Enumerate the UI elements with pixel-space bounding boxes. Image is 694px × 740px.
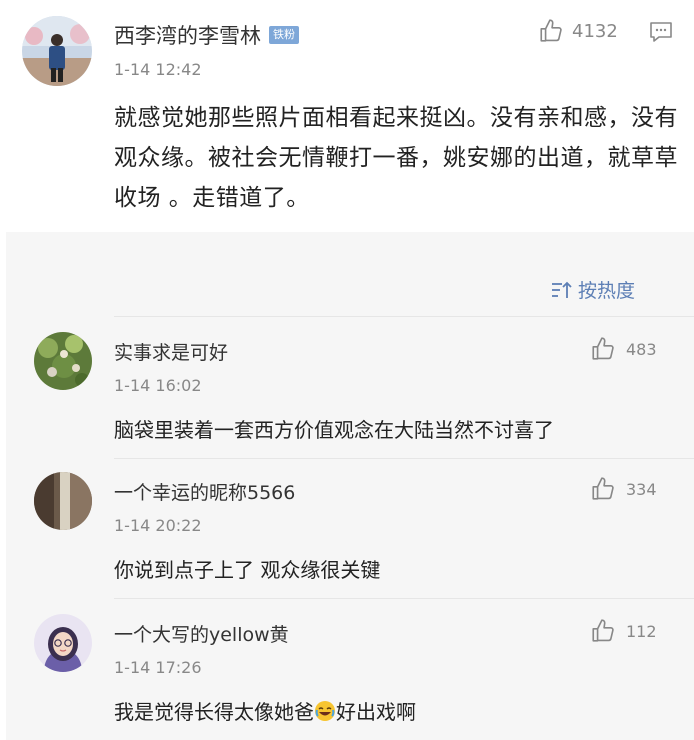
comment-icon — [650, 22, 672, 42]
avatar[interactable] — [34, 614, 92, 672]
avatar[interactable] — [34, 332, 92, 390]
reply-username[interactable]: 一个大写的yellow黄 — [114, 620, 289, 647]
divider — [114, 316, 694, 317]
reply-text: 脑袋里装着一套西方价值观念在大陆当然不讨喜了 — [114, 418, 554, 442]
like-button[interactable]: 483 — [590, 336, 657, 362]
like-count: 4132 — [572, 20, 618, 42]
divider — [114, 458, 694, 459]
like-button[interactable]: 112 — [590, 618, 657, 644]
reply-username[interactable]: 实事求是可好 — [114, 338, 228, 365]
laughing-crying-emoji-icon — [315, 701, 335, 721]
reply-text: 你说到点子上了 观众缘很关键 — [114, 558, 381, 582]
avatar-photo — [22, 16, 92, 86]
avatar[interactable] — [22, 16, 92, 86]
reply-text-before: 我是觉得长得太像她爸 — [114, 700, 314, 724]
thumbs-up-icon — [592, 337, 614, 360]
reply-timestamp: 1-14 20:22 — [114, 516, 202, 535]
reply-username[interactable]: 一个幸运的昵称5566 — [114, 478, 295, 505]
avatar-photo — [34, 332, 92, 390]
avatar-illustration — [34, 614, 92, 672]
thumbs-up-icon — [592, 619, 614, 642]
like-count: 483 — [626, 339, 657, 359]
reply-button[interactable] — [648, 20, 674, 48]
sort-button[interactable]: 按热度 — [550, 276, 635, 303]
username-text[interactable]: 西李湾的李雪林 — [114, 20, 261, 50]
reply-text: 我是觉得长得太像她爸 好出戏啊 — [114, 696, 416, 725]
like-button[interactable]: 334 — [590, 476, 657, 502]
reply-timestamp: 1-14 17:26 — [114, 658, 202, 677]
fan-badge: 铁粉 — [269, 26, 299, 44]
sort-label: 按热度 — [578, 280, 636, 302]
thumbs-up-icon — [592, 477, 614, 500]
reply-text-after: 好出戏啊 — [336, 700, 416, 724]
comment-text: 就感觉她那些照片面相看起来挺凶。没有亲和感，没有观众缘。被社会无情鞭打一番，姚安… — [114, 105, 678, 211]
like-count: 112 — [626, 621, 657, 641]
thumbs-up-icon — [540, 19, 562, 42]
reply-timestamp: 1-14 16:02 — [114, 376, 202, 395]
like-button[interactable]: 4132 — [538, 18, 618, 44]
divider — [114, 598, 694, 599]
main-comment: 西李湾的李雪林 铁粉 1-14 12:42 4132 就感觉她那些照片面相看起来… — [0, 0, 694, 228]
avatar-photo — [34, 472, 92, 530]
avatar[interactable] — [34, 472, 92, 530]
timestamp: 1-14 12:42 — [114, 60, 202, 79]
replies-section: 按热度 实事求是可好 1-14 16:02 483 脑袋里装着一套西方价值观念在 — [6, 232, 694, 740]
like-count: 334 — [626, 479, 657, 499]
sort-icon — [552, 281, 572, 298]
username[interactable]: 西李湾的李雪林 铁粉 — [114, 20, 299, 50]
